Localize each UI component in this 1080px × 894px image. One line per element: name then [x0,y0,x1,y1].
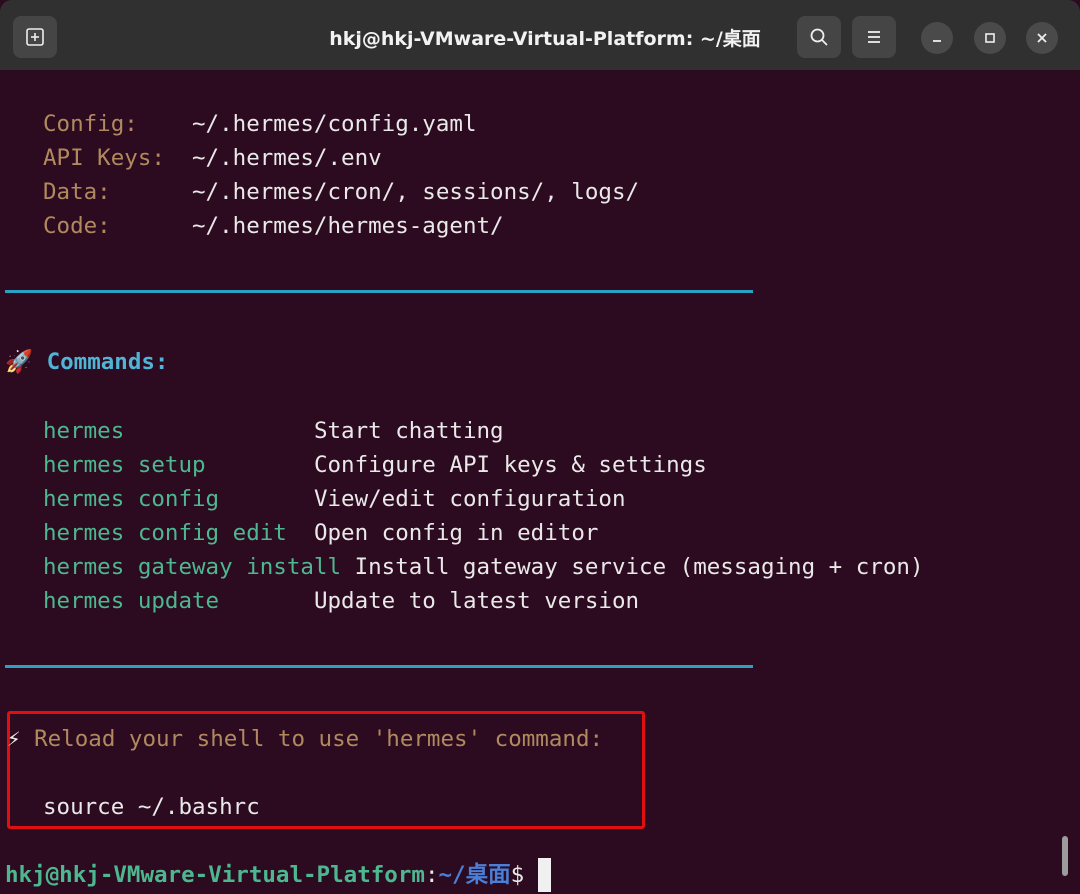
new-tab-icon [26,28,44,46]
command-name: hermes setup [43,452,314,478]
path-row-api-keys: API Keys: ~/.hermes/.env [43,141,382,175]
path-value: ~/.hermes/config.yaml [192,111,477,137]
maximize-icon [985,33,995,43]
title-bar: hkj@hkj-VMware-Virtual-Platform: ~/桌面 [0,0,1080,70]
path-row-config: Config: ~/.hermes/config.yaml [43,107,477,141]
rocket-icon: 🚀 [5,349,34,375]
search-icon [810,28,828,46]
command-name: hermes gateway install [43,554,355,580]
command-name: hermes config edit [43,520,314,546]
command-desc: View/edit configuration [313,486,626,512]
minimize-button[interactable] [921,22,953,54]
close-button[interactable] [1026,22,1058,54]
shell-prompt[interactable]: hkj@hkj-VMware-Virtual-Platform:~/桌面$ [5,858,551,892]
lightning-icon: ⚡ [7,726,21,752]
path-label: Config: [43,111,193,137]
command-row: hermes update Update to latest version [43,584,639,618]
text-cursor [537,858,551,892]
path-label: API Keys: [43,145,193,171]
command-row: hermes config View/edit configuration [43,482,626,516]
command-row: hermes gateway install Install gateway s… [43,550,924,584]
close-icon [1037,33,1047,43]
command-name: hermes update [43,588,314,614]
search-button[interactable] [797,16,841,58]
reload-text: Reload your shell to use 'hermes' comman… [20,726,604,752]
prompt-path: ~/桌面 [438,862,511,888]
separator-line [5,665,753,668]
reload-command: source ~/.bashrc [43,794,260,820]
separator-line [5,290,753,293]
path-value: ~/.hermes/hermes-agent/ [192,213,504,239]
minimize-icon [933,40,941,42]
prompt-user-host: hkj@hkj-VMware-Virtual-Platform [5,862,425,888]
command-row: hermes setup Configure API keys & settin… [43,448,707,482]
command-desc: Open config in editor [313,520,599,546]
command-name: hermes [43,418,314,444]
command-desc: Start chatting [313,418,504,444]
command-desc: Configure API keys & settings [313,452,707,478]
new-tab-button[interactable] [13,16,57,58]
path-label: Data: [43,179,193,205]
path-row-code: Code: ~/.hermes/hermes-agent/ [43,209,504,243]
path-value: ~/.hermes/.env [192,145,382,171]
scrollbar-thumb[interactable] [1062,836,1068,876]
prompt-symbol: $ [510,862,538,888]
command-row: hermes config edit Open config in editor [43,516,598,550]
window-title: hkj@hkj-VMware-Virtual-Platform: ~/桌面 [329,28,761,50]
path-row-data: Data: ~/.hermes/cron/, sessions/, logs/ [43,175,639,209]
path-label: Code: [43,213,193,239]
commands-header: 🚀 Commands: [5,345,168,379]
command-desc: Install gateway service (messaging + cro… [354,554,924,580]
reload-message: ⚡ Reload your shell to use 'hermes' comm… [7,722,603,756]
command-desc: Update to latest version [313,588,640,614]
maximize-button[interactable] [974,22,1006,54]
path-value: ~/.hermes/cron/, sessions/, logs/ [192,179,640,205]
hamburger-menu-icon [868,31,880,43]
commands-header-text: Commands: [46,349,169,375]
command-row: hermes Start chatting [43,414,504,448]
command-name: hermes config [43,486,314,512]
menu-button[interactable] [852,16,896,58]
prompt-colon: : [424,862,439,888]
